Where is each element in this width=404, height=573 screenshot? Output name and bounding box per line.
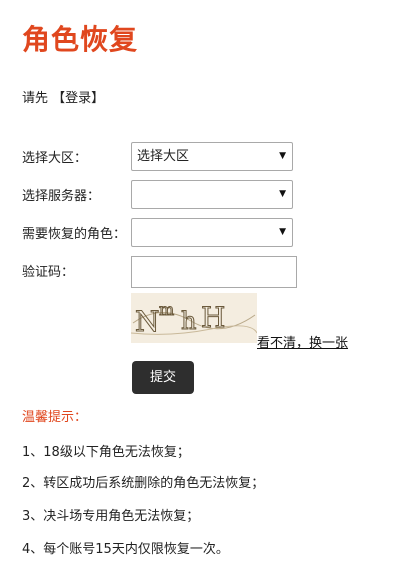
region-select[interactable]: 选择大区 ▼ [131, 142, 293, 171]
region-label: 选择大区： [22, 151, 88, 166]
region-select-value: 选择大区 [137, 149, 190, 164]
tip-item: 1、18级以下角色无法恢复； [22, 445, 190, 460]
tip-item: 4、每个账号15天内仅限恢复一次。 [22, 542, 229, 557]
server-select[interactable]: ▼ [131, 180, 293, 209]
tip-item: 2、转区成功后系统删除的角色无法恢复； [22, 476, 265, 491]
captcha-image[interactable]: N m h H [131, 293, 257, 343]
tips-title: 温馨提示： [22, 410, 88, 425]
captcha-input[interactable] [131, 256, 297, 288]
role-label: 需要恢复的角色： [22, 227, 127, 242]
login-prompt: 请先 【登录】 [22, 87, 104, 106]
login-prefix: 请先 [22, 91, 49, 106]
captcha-char-2: m [159, 300, 174, 319]
tip-item: 3、决斗场专用角色无法恢复； [22, 509, 200, 524]
dropdown-arrow-icon: ▼ [279, 151, 286, 161]
server-label: 选择服务器： [22, 189, 101, 204]
captcha-char-1: N [135, 305, 160, 338]
login-link[interactable]: 【登录】 [52, 91, 104, 106]
page-title: 角色恢复 [22, 23, 139, 56]
submit-button[interactable]: 提交 [132, 361, 194, 394]
dropdown-arrow-icon: ▼ [279, 189, 286, 199]
role-select[interactable]: ▼ [131, 218, 293, 247]
captcha-char-4: H [201, 301, 225, 334]
captcha-label: 验证码： [22, 265, 75, 280]
dropdown-arrow-icon: ▼ [279, 227, 286, 237]
captcha-char-3: h [181, 307, 196, 335]
refresh-captcha-link[interactable]: 看不清，换一张 [257, 332, 348, 351]
